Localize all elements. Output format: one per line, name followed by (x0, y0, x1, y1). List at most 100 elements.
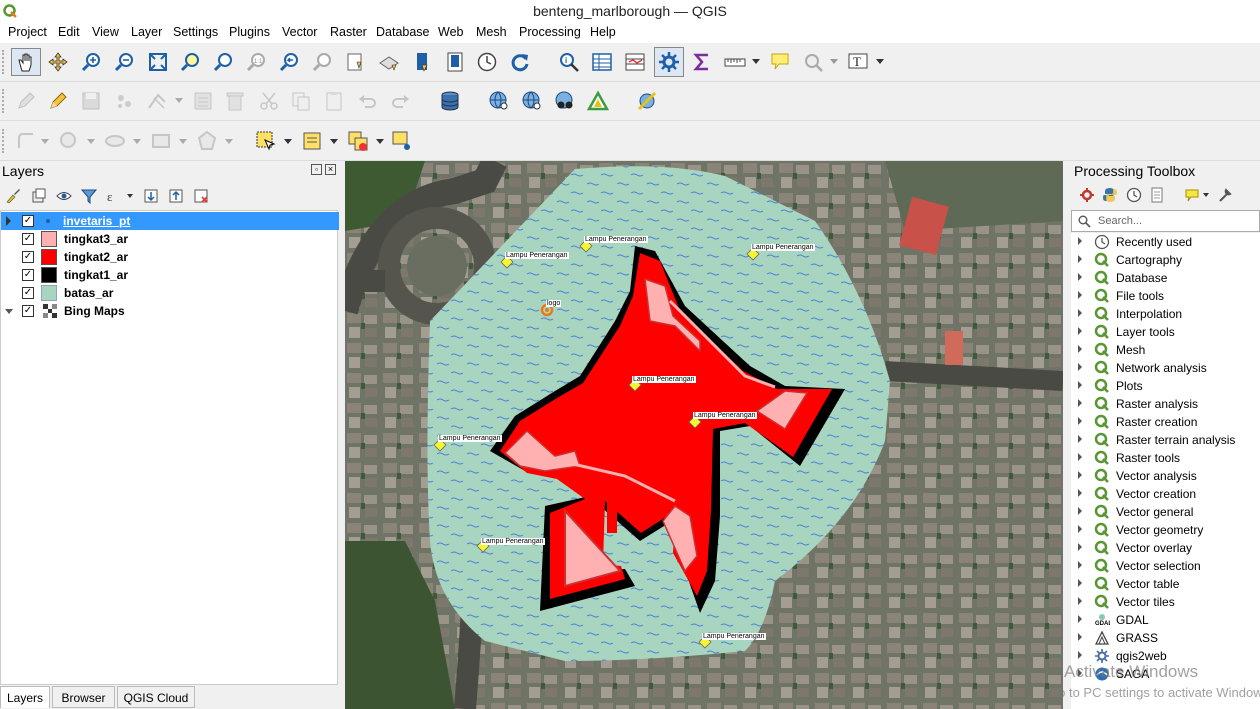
layer-checkbox[interactable]: ✓ (22, 233, 34, 245)
expand-arrow-icon[interactable] (1078, 435, 1082, 443)
expand-arrow-icon[interactable] (1078, 417, 1082, 425)
menu-plugins[interactable]: Plugins (229, 25, 270, 39)
expand-arrow-icon[interactable] (1078, 615, 1082, 623)
zoom-in-button[interactable] (79, 49, 105, 75)
toolbox-item-recently-used[interactable]: Recently used (1072, 233, 1260, 251)
add-feature-button[interactable] (111, 88, 137, 114)
zoom-full-button[interactable] (145, 49, 171, 75)
circle-dropdown-icon[interactable] (87, 139, 95, 144)
pan-tool-button[interactable] (11, 48, 41, 76)
expression-filter-icon[interactable]: ε (106, 188, 122, 204)
deselect-dropdown-icon[interactable] (376, 139, 384, 144)
style-brush-icon[interactable] (5, 188, 21, 204)
zoom-to-layer-button[interactable] (211, 49, 237, 75)
float-panel-icon[interactable]: ▫ (311, 164, 322, 175)
menu-raster[interactable]: Raster (330, 25, 367, 39)
toolbox-item-grass[interactable]: GRASS (1072, 629, 1260, 647)
expand-arrow-icon[interactable] (1078, 327, 1082, 335)
expand-arrow-icon[interactable] (1078, 561, 1082, 569)
layer-checkbox[interactable]: ✓ (22, 215, 34, 227)
expand-arrow-icon[interactable] (1078, 597, 1082, 605)
polygon-tool-button[interactable] (194, 128, 220, 154)
identify-button[interactable]: i (556, 49, 582, 75)
modify-attributes-button[interactable] (190, 88, 216, 114)
undo-button[interactable] (355, 88, 381, 114)
refresh-button[interactable] (507, 49, 533, 75)
menu-mesh[interactable]: Mesh (476, 25, 507, 39)
expand-arrow-icon[interactable] (1078, 345, 1082, 353)
ellipse-tool-button[interactable] (102, 128, 128, 154)
layer-row-batas[interactable]: ✓ batas_ar (1, 284, 339, 302)
layer-row-tingkat1[interactable]: ✓ tingkat1_ar (1, 266, 339, 284)
attribute-table-button[interactable] (589, 49, 615, 75)
temporal-controller-button[interactable] (409, 49, 435, 75)
expand-arrow-icon[interactable] (1078, 273, 1082, 281)
expand-arrow-icon[interactable] (1078, 525, 1082, 533)
toolbox-item-file-tools[interactable]: File tools (1072, 287, 1260, 305)
map-canvas[interactable]: Lampu Penerangan Lampu Penerangan Lampu … (345, 161, 1063, 709)
toolbox-item-vector-creation[interactable]: Vector creation (1072, 485, 1260, 503)
spatial-bookmarks-button[interactable] (800, 49, 826, 75)
rectangle-dropdown-icon[interactable] (179, 139, 187, 144)
select-location-button[interactable] (389, 128, 415, 154)
processing-toolbox-button[interactable] (654, 47, 684, 77)
show-bookmarks-button[interactable] (376, 49, 402, 75)
toolbox-item-mesh[interactable]: Mesh (1072, 341, 1260, 359)
layer-checkbox[interactable]: ✓ (22, 251, 34, 263)
expand-arrow-icon[interactable] (1078, 489, 1082, 497)
history-icon[interactable] (1126, 187, 1142, 203)
results-icon[interactable] (1149, 187, 1165, 203)
toolbox-item-interpolation[interactable]: Interpolation (1072, 305, 1260, 323)
toggle-editing-button[interactable] (45, 88, 71, 114)
zoom-last-button[interactable] (277, 49, 303, 75)
options-wrench-icon[interactable] (1217, 187, 1233, 203)
zoom-native-button[interactable]: 1:1 (244, 49, 270, 75)
toolbox-item-vector-geometry[interactable]: Vector geometry (1072, 521, 1260, 539)
expand-arrow-icon[interactable] (1078, 255, 1082, 263)
deselect-button[interactable] (345, 128, 371, 154)
toolbox-item-raster-analysis[interactable]: Raster analysis (1072, 395, 1260, 413)
menu-project[interactable]: Project (8, 25, 47, 39)
toolbox-item-vector-overlay[interactable]: Vector overlay (1072, 539, 1260, 557)
layer-row-tingkat2[interactable]: ✓ tingkat2_ar (1, 248, 339, 266)
toolbox-item-raster-creation[interactable]: Raster creation (1072, 413, 1260, 431)
field-calculator-button[interactable] (622, 49, 648, 75)
expression-dropdown-icon[interactable] (127, 194, 133, 198)
expand-arrow-icon[interactable] (1078, 381, 1082, 389)
digitize-shape-button[interactable] (13, 128, 39, 154)
layer-row-invetaris-pt[interactable]: ✓ invetaris_pt (1, 212, 339, 230)
python-icon[interactable] (1102, 187, 1118, 203)
expand-arrow-icon[interactable] (1078, 237, 1082, 245)
edit-features-in-place-icon[interactable] (1184, 187, 1200, 203)
menu-view[interactable]: View (92, 25, 119, 39)
annotation-dropdown-icon[interactable] (876, 59, 884, 64)
select-value-dropdown-icon[interactable] (330, 139, 338, 144)
toolbox-item-vector-tiles[interactable]: Vector tiles (1072, 593, 1260, 611)
toolbox-item-vector-general[interactable]: Vector general (1072, 503, 1260, 521)
remove-layer-icon[interactable] (193, 188, 209, 204)
toolbox-item-raster-terrain-analysis[interactable]: Raster terrain analysis (1072, 431, 1260, 449)
menu-layer[interactable]: Layer (131, 25, 162, 39)
toolbox-search-input[interactable]: Search... (1071, 210, 1260, 232)
models-icon[interactable] (1079, 187, 1095, 203)
layer-checkbox[interactable]: ✓ (22, 287, 34, 299)
plugin-satellite-button[interactable] (634, 88, 660, 114)
cut-features-button[interactable] (256, 88, 282, 114)
toolbox-item-vector-selection[interactable]: Vector selection (1072, 557, 1260, 575)
menu-web[interactable]: Web (438, 25, 463, 39)
toolbox-item-raster-tools[interactable]: Raster tools (1072, 449, 1260, 467)
menu-settings[interactable]: Settings (173, 25, 218, 39)
expand-arrow-icon[interactable] (1078, 309, 1082, 317)
expand-arrow-icon[interactable] (1078, 399, 1082, 407)
expand-arrow-icon[interactable] (1078, 633, 1082, 641)
toolbox-item-plots[interactable]: Plots (1072, 377, 1260, 395)
tab-browser[interactable]: Browser (52, 686, 115, 708)
expand-arrow-icon[interactable] (1078, 453, 1082, 461)
measure-dropdown-icon[interactable] (752, 59, 760, 64)
collapse-arrow-icon[interactable] (5, 309, 13, 314)
layer-checkbox[interactable]: ✓ (22, 269, 34, 281)
expand-arrow-icon[interactable] (1078, 291, 1082, 299)
qgis-cloud-button[interactable] (552, 88, 578, 114)
shape-dropdown-icon[interactable] (41, 139, 49, 144)
expand-arrow-icon[interactable] (1078, 651, 1082, 659)
